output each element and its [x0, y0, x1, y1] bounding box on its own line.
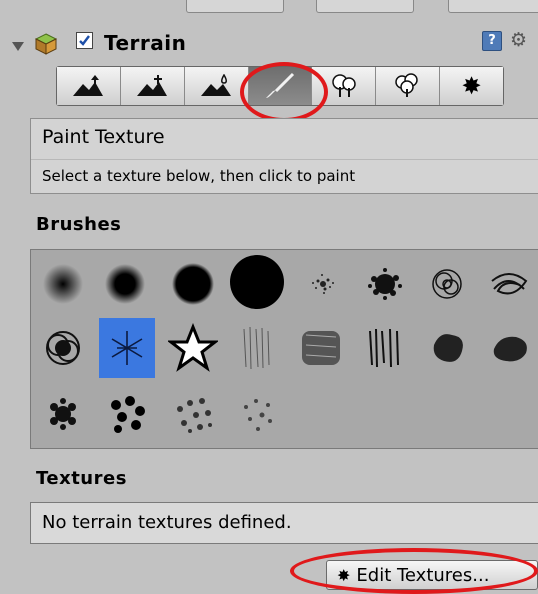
inspector-top-strip	[0, 0, 538, 22]
brush-preview	[312, 274, 334, 294]
brush-item[interactable]	[229, 384, 285, 444]
brush-preview	[43, 264, 83, 304]
brush-item[interactable]	[419, 254, 475, 314]
terrain-settings-icon: ✸	[461, 72, 482, 100]
brush-item[interactable]	[35, 254, 91, 314]
brush-item[interactable]	[227, 252, 287, 312]
brush-item[interactable]	[357, 318, 413, 378]
component-title: Terrain	[104, 31, 187, 55]
brush-item[interactable]	[165, 318, 221, 378]
brush-item[interactable]	[35, 384, 91, 444]
brush-item-selected[interactable]	[99, 318, 155, 378]
place-trees-icon	[332, 74, 356, 97]
brush-item[interactable]	[165, 384, 221, 444]
brush-item[interactable]	[35, 318, 91, 378]
raise-lower-terrain-icon	[73, 75, 104, 96]
brush-preview	[105, 264, 145, 304]
brush-item[interactable]	[99, 384, 155, 444]
help-icon[interactable]: ?	[482, 31, 502, 51]
brush-item[interactable]	[357, 254, 413, 314]
highlight-ellipse	[290, 548, 538, 594]
brush-item[interactable]	[481, 254, 537, 314]
terrain-component-icon	[34, 32, 58, 56]
brush-item[interactable]	[483, 318, 538, 378]
brush-grid	[30, 249, 538, 449]
brush-preview	[433, 334, 463, 362]
top-tab-stub	[186, 0, 284, 13]
paint-details-tool[interactable]	[376, 67, 441, 105]
divider	[31, 159, 538, 160]
brush-preview	[111, 331, 143, 365]
brush-preview	[369, 328, 399, 368]
brush-preview	[230, 255, 284, 309]
foldout-arrow-icon[interactable]	[12, 42, 24, 51]
brush-item[interactable]	[293, 318, 349, 378]
brush-item[interactable]	[295, 254, 351, 314]
no-textures-message: No terrain textures defined.	[42, 512, 292, 533]
brushes-label: Brushes	[36, 214, 122, 235]
enabled-checkbox[interactable]	[76, 32, 93, 49]
raise-lower-terrain-tool[interactable]	[57, 67, 121, 105]
brush-preview	[368, 268, 402, 300]
brush-item[interactable]	[421, 318, 477, 378]
terrain-settings-tool[interactable]: ✸	[440, 67, 504, 105]
brush-preview	[302, 331, 340, 365]
brush-preview	[50, 398, 76, 430]
top-tab-stub	[448, 0, 538, 13]
brush-preview	[177, 398, 212, 433]
tool-description-title: Paint Texture	[42, 126, 165, 148]
set-height-tool[interactable]	[120, 67, 185, 105]
brush-preview	[493, 336, 527, 362]
smooth-height-icon	[201, 74, 232, 96]
top-tab-stub	[316, 0, 414, 13]
highlight-ellipse	[240, 62, 328, 122]
brush-preview	[243, 326, 270, 370]
smooth-height-tool[interactable]	[184, 67, 249, 105]
settings-gear-icon[interactable]: ⚙	[510, 29, 527, 51]
brush-preview	[432, 269, 462, 299]
checkmark-icon	[79, 35, 90, 46]
brush-preview	[46, 331, 80, 365]
brush-preview	[244, 399, 272, 431]
brush-item[interactable]	[97, 254, 153, 314]
textures-label: Textures	[36, 468, 127, 489]
brush-preview	[111, 396, 145, 433]
set-height-icon	[137, 75, 168, 96]
paint-details-icon	[394, 73, 418, 97]
brush-preview	[172, 263, 214, 305]
star-brush-icon	[168, 323, 218, 372]
tool-description-text: Select a texture below, then click to pa…	[42, 167, 356, 185]
brush-item[interactable]	[165, 254, 221, 314]
brush-item[interactable]	[229, 318, 285, 378]
brush-preview	[491, 273, 528, 295]
